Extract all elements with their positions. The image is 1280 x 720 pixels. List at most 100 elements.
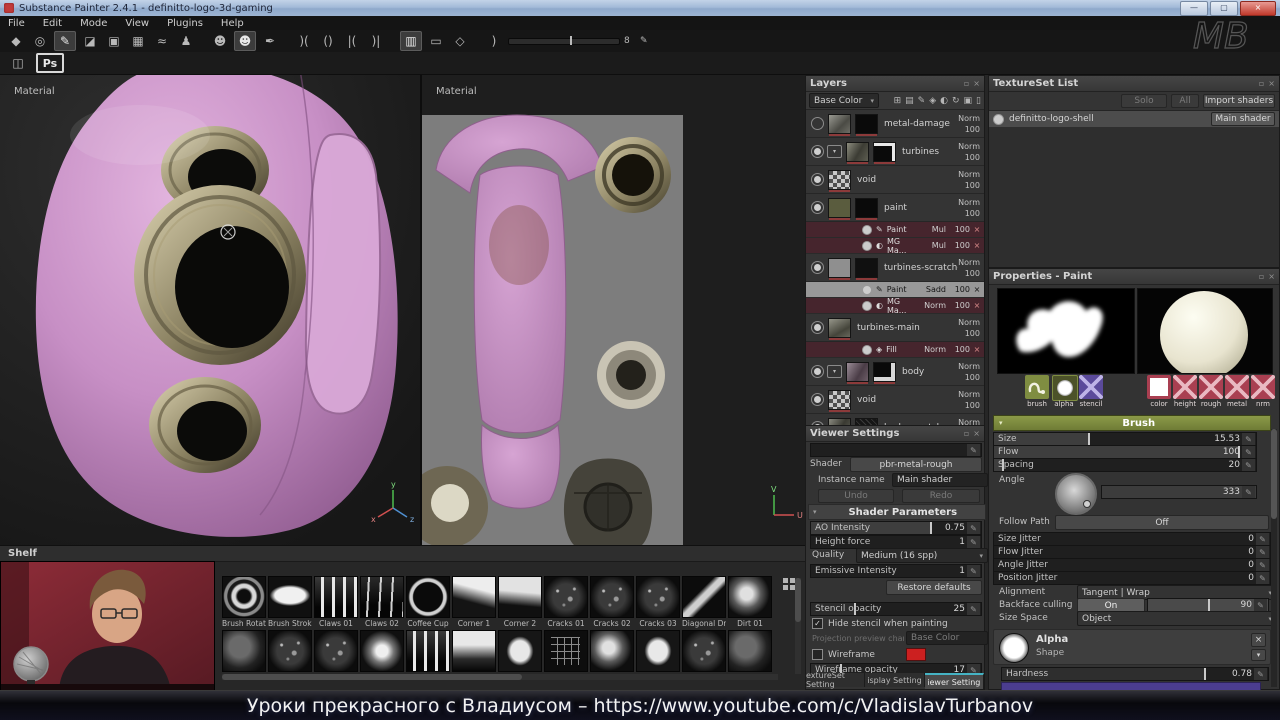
redo-button[interactable]: Redo [902,489,980,503]
shelf-vscrollbar[interactable] [795,578,801,674]
alpha-subsection[interactable]: Alpha Shape × ▾ [993,629,1271,665]
size-jitter-slider[interactable]: Size Jitter0 ✎ [993,532,1271,546]
alpha-chip[interactable] [1052,375,1078,401]
pencil-icon[interactable]: ✎ [1242,459,1255,471]
tab-viewer-settings[interactable]: iewer Setting [925,673,984,689]
add-generator-icon[interactable]: ◐ [940,96,948,106]
pencil-icon[interactable]: ✎ [1242,446,1255,458]
projection-preview-channel[interactable]: Base Color [906,631,988,645]
quality-dropdown[interactable]: Medium (16 spp)▾ [856,548,988,563]
effect-visibility[interactable] [862,301,872,311]
shelf-item[interactable]: Brush Rotat... [222,576,266,630]
remove-effect-icon[interactable]: × [970,285,984,294]
restore-defaults-button[interactable]: Restore defaults [886,580,982,595]
pencil-icon[interactable]: ✎ [1242,433,1255,445]
menu-mode[interactable]: Mode [80,18,107,29]
shelf-item[interactable]: Corner 1 [452,576,496,630]
solo-button[interactable]: Solo [1121,94,1167,108]
shelf-item[interactable] [452,630,496,672]
pencil-icon[interactable]: ✎ [634,32,654,50]
brush-chip[interactable] [1025,375,1049,399]
shelf-item[interactable] [682,630,726,672]
shelf-item[interactable] [590,630,634,672]
size-slider[interactable]: Size15.53 ✎ [993,432,1257,446]
pencil-icon[interactable]: ✎ [1242,486,1255,498]
visibility-toggle[interactable] [811,261,824,274]
polygon-fill-tool-icon[interactable]: ▦ [128,32,148,50]
layer-thumbnail[interactable] [846,142,869,162]
pencil-icon[interactable]: ✎ [967,522,980,534]
panel-float-icon[interactable]: ▫ [964,79,969,88]
cube-view-icon[interactable]: ◇ [450,32,470,50]
shelf-item[interactable] [268,630,312,672]
follow-path-toggle[interactable]: Off [1055,515,1269,530]
layer-thumbnail[interactable] [846,362,869,382]
shelf-item[interactable] [222,630,266,672]
pencil-icon[interactable]: ✎ [1254,668,1267,680]
3d-model-render[interactable]: y x z [0,75,420,545]
alpha-remove-icon[interactable]: × [1251,633,1266,647]
position-jitter-slider[interactable]: Position Jitter0 ✎ [993,571,1271,585]
metal-chip[interactable] [1225,375,1249,399]
angle-slider[interactable]: 333 ✎ [1101,485,1257,499]
pencil-icon[interactable]: ✎ [967,565,980,577]
perspective-toggle-icon[interactable]: ▥ [400,31,422,51]
pencil-icon[interactable]: ✎ [1256,572,1269,584]
shelf-item[interactable]: Dirt 01 [728,576,772,630]
remove-effect-icon[interactable]: × [970,301,984,310]
pencil-icon[interactable]: ✎ [967,536,980,548]
layer-row-void[interactable]: void Norm100 [806,166,984,194]
panel-close-icon[interactable]: × [973,429,980,438]
flow-jitter-slider[interactable]: Flow Jitter0 ✎ [993,545,1271,559]
main-shader-button[interactable]: Main shader [1211,112,1275,126]
stroke-symmetry-2-icon[interactable]: () [318,32,338,50]
grid-view-icon[interactable] [783,578,795,590]
stroke-symmetry-3-icon[interactable]: |( [342,32,362,50]
pencil-icon[interactable]: ✎ [967,444,980,456]
layer-mask-thumbnail[interactable] [855,258,878,278]
panel-close-icon[interactable]: × [1268,79,1275,88]
shelf-item[interactable] [498,630,542,672]
clone-tool-icon[interactable]: ♟ [176,32,196,50]
effect-row-generator[interactable]: ◐ MG Ma... Mul 100 × [806,238,984,254]
shelf-item[interactable]: Corner 2 [498,576,542,630]
effect-visibility[interactable] [862,285,872,295]
instance-name-input[interactable]: Main shader [892,473,988,487]
falloff-icon[interactable]: ) [484,32,504,50]
layer-row-paint[interactable]: paint Norm100 [806,194,984,222]
add-layer-icon[interactable]: ▤ [905,96,914,106]
wireframe-color-swatch[interactable] [906,648,926,661]
export-icon[interactable]: ◫ [8,54,28,72]
height-chip[interactable] [1173,375,1197,399]
add-effect-icon[interactable]: ⊞ [894,96,902,106]
add-folder-icon[interactable]: ▣ [964,96,973,106]
panel-float-icon[interactable]: ▫ [964,429,969,438]
viewport-2d-shading-mode[interactable]: Material [436,86,477,97]
layer-row-turbines[interactable]: ▾ turbines Norm100 [806,138,984,166]
shelf-item[interactable] [360,630,404,672]
color-chip[interactable] [1147,375,1171,399]
emissive-intensity-slider[interactable]: Emissive Intensity1 ✎ [810,564,982,578]
projection-tool-icon[interactable]: ▣ [104,32,124,50]
layer-thumbnail[interactable] [828,198,851,218]
layer-thumbnail[interactable] [828,114,851,134]
all-button[interactable]: All [1171,94,1199,108]
height-force-slider[interactable]: Height force1 ✎ [810,535,982,549]
viewport-3d-shading-mode[interactable]: Material [14,86,55,97]
pencil-icon[interactable]: ✎ [1254,599,1267,611]
alpha-thumbnail[interactable] [999,633,1029,663]
channel-selector[interactable]: Base Color▾ [809,93,879,108]
visibility-toggle[interactable] [811,173,824,186]
visibility-toggle[interactable] [811,145,824,158]
shelf-item[interactable]: Claws 02 [360,576,404,630]
quick-pick-icon[interactable]: ✒ [260,32,280,50]
delete-layer-icon[interactable]: ▯ [976,96,981,106]
rough-chip[interactable] [1199,375,1223,399]
visibility-toggle[interactable] [811,365,824,378]
shelf-item[interactable]: Brush Strok... [268,576,312,630]
brush-section-header[interactable]: ▾ Brush [993,415,1271,431]
shelf-item[interactable] [728,630,772,672]
shelf-item[interactable] [314,630,358,672]
visibility-toggle[interactable] [811,393,824,406]
properties-header[interactable]: Properties - Paint ▫ × [989,269,1279,285]
